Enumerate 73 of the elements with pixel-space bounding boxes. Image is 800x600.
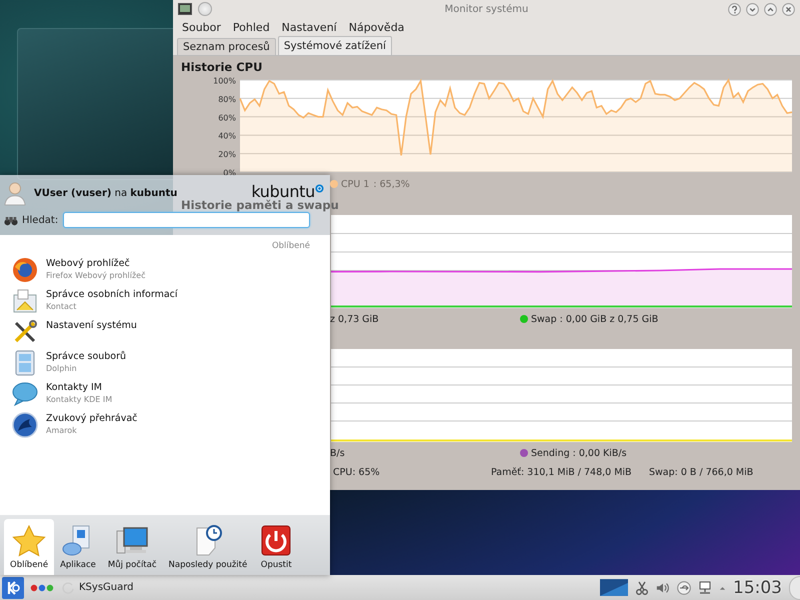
item-description: Amarok <box>46 425 78 436</box>
axis-tick-label: 100% <box>213 76 236 86</box>
axis-tick-label: 40% <box>218 132 236 141</box>
launcher-tab[interactable]: Oblíbené <box>4 519 54 575</box>
status-text: Swap: 0 B / 766,0 MiB <box>649 467 754 478</box>
launcher-tab[interactable]: Aplikace <box>54 519 102 575</box>
maximize-button[interactable] <box>764 2 777 16</box>
tools-icon <box>12 319 38 345</box>
legend-label: CPU 1 <box>341 178 370 190</box>
item-description: Firefox Webový prohlížeč <box>46 270 146 281</box>
binoculars-icon <box>4 214 18 226</box>
axis-tick-label: 20% <box>218 150 236 160</box>
kde-logo-icon[interactable] <box>2 576 24 598</box>
item-name: Nastavení systému <box>46 320 137 332</box>
favorite-item[interactable]: Kontakty IM Kontakty KDE IM <box>12 381 310 412</box>
legend-value: : 65,3% <box>373 178 410 190</box>
star-icon <box>12 525 46 557</box>
logo-icon <box>315 184 324 193</box>
legend-label: B/s <box>330 448 345 458</box>
globe-icon <box>12 257 38 283</box>
menu-item[interactable]: Pohled <box>228 20 275 34</box>
legend-label: z 0,73 GiB <box>330 314 379 324</box>
window-title: Monitor systému <box>444 4 528 14</box>
axis-tick-label: 80% <box>218 94 236 104</box>
expand-tray-icon[interactable] <box>719 584 726 590</box>
wolf-icon <box>12 412 38 438</box>
clock[interactable]: 15:03 <box>733 578 782 598</box>
favorite-item[interactable]: Správce osobních informací Kontact <box>12 288 310 319</box>
user-avatar-icon <box>4 180 26 206</box>
close-button[interactable] <box>782 2 795 16</box>
launcher-tab[interactable]: Opustit <box>253 519 300 575</box>
axis-tick-label: 60% <box>218 113 236 122</box>
legend-label: Swap : 0,00 GiB z 0,75 GiB <box>531 314 658 324</box>
monitor-icon[interactable] <box>178 3 192 15</box>
scissors-icon[interactable] <box>635 580 649 594</box>
status-text: CPU: 65% <box>333 467 381 478</box>
legend-label: Sending : 0,00 KiB/s <box>531 448 627 458</box>
minimize-button[interactable] <box>746 2 759 16</box>
contacts-icon <box>12 288 38 314</box>
activities-icon[interactable] <box>30 584 54 592</box>
volume-icon[interactable] <box>656 580 670 594</box>
section-label: Oblíbené <box>272 241 310 251</box>
favorite-item[interactable]: Webový prohlížeč Firefox Webový prohlížeč <box>12 257 310 288</box>
item-name: Kontakty IM <box>46 382 104 394</box>
item-name: Správce souborů <box>46 351 126 363</box>
item-name: Správce osobních informací <box>46 289 178 301</box>
axis-tick-label: 0% <box>223 168 236 176</box>
menu-item[interactable]: Soubor <box>177 20 226 34</box>
menu-item[interactable]: Nápověda <box>344 20 410 34</box>
power-icon <box>259 525 294 557</box>
item-description: Dolphin <box>46 363 78 374</box>
favorite-item[interactable]: Nastavení systému <box>12 319 310 350</box>
launcher-tab[interactable]: Naposledy použité <box>162 519 254 575</box>
speech-bubble-icon <box>12 381 38 407</box>
launcher-tab[interactable]: Můj počítač <box>102 519 163 575</box>
item-name: Webový prohlížeč <box>46 258 131 270</box>
section-title: Historie CPU <box>180 60 264 76</box>
favorite-item[interactable]: Zvukový přehrávač Amarok <box>12 412 310 443</box>
kubuntu-logo-text: kubuntu <box>251 183 315 201</box>
user-name: VUser (vuser) na kubuntu <box>34 188 178 198</box>
item-description: Kontakty KDE IM <box>46 394 112 405</box>
tab[interactable]: Systémové zatížení <box>278 36 392 55</box>
help-button[interactable] <box>728 2 741 16</box>
tab[interactable]: Seznam procesů <box>177 38 276 55</box>
search-label: Hledat: <box>22 214 58 226</box>
menu-item[interactable]: Nastavení <box>276 20 342 34</box>
taskbar-task[interactable]: KSysGuard <box>62 582 134 594</box>
status-text: Paměť: 310,1 MiB / 748,0 MiB <box>491 467 633 478</box>
favorite-item[interactable]: Správce souborů Dolphin <box>12 350 310 381</box>
network-icon[interactable] <box>698 580 712 594</box>
item-name: Zvukový přehrávač <box>46 413 138 425</box>
item-description: Kontact <box>46 301 78 312</box>
search-field[interactable] <box>63 212 310 228</box>
